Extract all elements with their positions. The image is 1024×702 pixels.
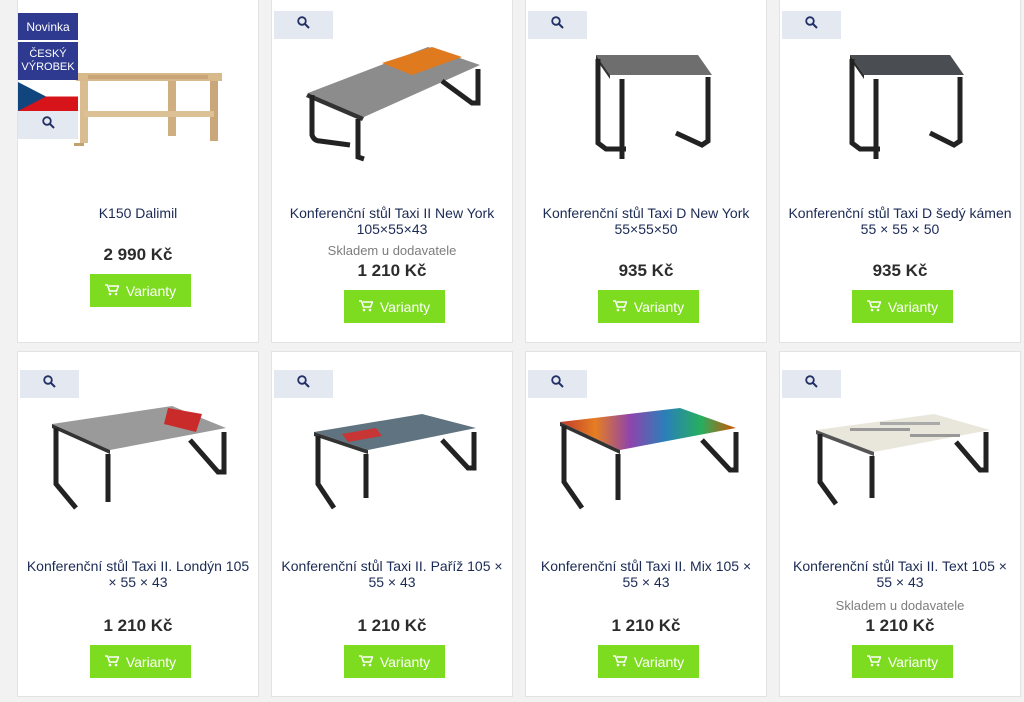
- cart-icon: [612, 654, 628, 670]
- stock-status: Skladem u dodavatele: [327, 243, 457, 258]
- cart-icon: [104, 283, 120, 299]
- variants-label: Varianty: [379, 298, 431, 315]
- variants-button[interactable]: Varianty: [90, 645, 191, 678]
- stock-status: Skladem u dodavatele: [835, 598, 965, 613]
- product-price: 935 Kč: [872, 261, 928, 280]
- product-image[interactable]: [780, 23, 1022, 183]
- variants-button[interactable]: Varianty: [598, 645, 699, 678]
- variants-button[interactable]: Varianty: [852, 290, 953, 323]
- product-image[interactable]: [526, 23, 768, 183]
- product-card[interactable]: Konferenční stůl Taxi D šedý kámen 55 × …: [779, 0, 1021, 343]
- czech-product-line1: ČESKÝ: [29, 48, 67, 60]
- czech-product-line2: VÝROBEK: [21, 61, 75, 73]
- new-badge: Novinka: [18, 13, 78, 40]
- product-price: 1 210 Kč: [103, 616, 173, 635]
- product-title[interactable]: Konferenční stůl Taxi D New York 55×55×5…: [532, 205, 760, 237]
- variants-button[interactable]: Varianty: [344, 645, 445, 678]
- variants-button[interactable]: Varianty: [598, 290, 699, 323]
- cart-icon: [866, 299, 882, 315]
- variants-label: Varianty: [125, 653, 177, 670]
- product-image[interactable]: [780, 376, 1022, 536]
- product-card[interactable]: Konferenční stůl Taxi II. Text 105 × 55 …: [779, 351, 1021, 697]
- czech-flag-icon: [18, 82, 78, 111]
- product-title[interactable]: Konferenční stůl Taxi D šedý kámen 55 × …: [786, 205, 1014, 237]
- product-title[interactable]: Konferenční stůl Taxi II. Text 105 × 55 …: [786, 558, 1014, 590]
- product-card[interactable]: Konferenční stůl Taxi II New York 105×55…: [271, 0, 513, 343]
- cart-icon: [104, 654, 120, 670]
- variants-label: Varianty: [633, 298, 685, 315]
- cart-icon: [358, 299, 374, 315]
- cart-icon: [612, 299, 628, 315]
- product-price: 1 210 Kč: [357, 261, 427, 280]
- product-image[interactable]: [18, 376, 260, 536]
- variants-label: Varianty: [125, 282, 177, 299]
- product-card[interactable]: Konferenční stůl Taxi II. Londýn 105 × 5…: [17, 351, 259, 697]
- product-price: 2 990 Kč: [103, 245, 173, 264]
- product-card[interactable]: Konferenční stůl Taxi II. Paříž 105 × 55…: [271, 351, 513, 697]
- product-image[interactable]: [526, 376, 768, 536]
- magnifier-icon: [41, 116, 55, 134]
- variants-button[interactable]: Varianty: [90, 274, 191, 307]
- cart-icon: [866, 654, 882, 670]
- product-price: 1 210 Kč: [611, 616, 681, 635]
- variants-button[interactable]: Varianty: [852, 645, 953, 678]
- variants-label: Varianty: [887, 298, 939, 315]
- product-title[interactable]: Konferenční stůl Taxi II. Londýn 105 × 5…: [24, 558, 252, 590]
- czech-product-badge: ČESKÝ VÝROBEK: [18, 42, 78, 80]
- product-price: 1 210 Kč: [357, 616, 427, 635]
- product-image[interactable]: [272, 376, 514, 536]
- variants-label: Varianty: [379, 653, 431, 670]
- variants-button[interactable]: Varianty: [344, 290, 445, 323]
- variants-label: Varianty: [887, 653, 939, 670]
- product-title[interactable]: K150 Dalimil: [24, 205, 252, 221]
- product-title[interactable]: Konferenční stůl Taxi II. Mix 105 × 55 ×…: [532, 558, 760, 590]
- variants-label: Varianty: [633, 653, 685, 670]
- product-price: 1 210 Kč: [865, 616, 935, 635]
- product-title[interactable]: Konferenční stůl Taxi II New York 105×55…: [278, 205, 506, 237]
- product-card[interactable]: Konferenční stůl Taxi D New York 55×55×5…: [525, 0, 767, 343]
- product-price: 935 Kč: [618, 261, 674, 280]
- zoom-button[interactable]: [18, 111, 78, 139]
- product-image[interactable]: [272, 23, 514, 183]
- product-title[interactable]: Konferenční stůl Taxi II. Paříž 105 × 55…: [278, 558, 506, 590]
- product-card[interactable]: Konferenční stůl Taxi II. Mix 105 × 55 ×…: [525, 351, 767, 697]
- cart-icon: [358, 654, 374, 670]
